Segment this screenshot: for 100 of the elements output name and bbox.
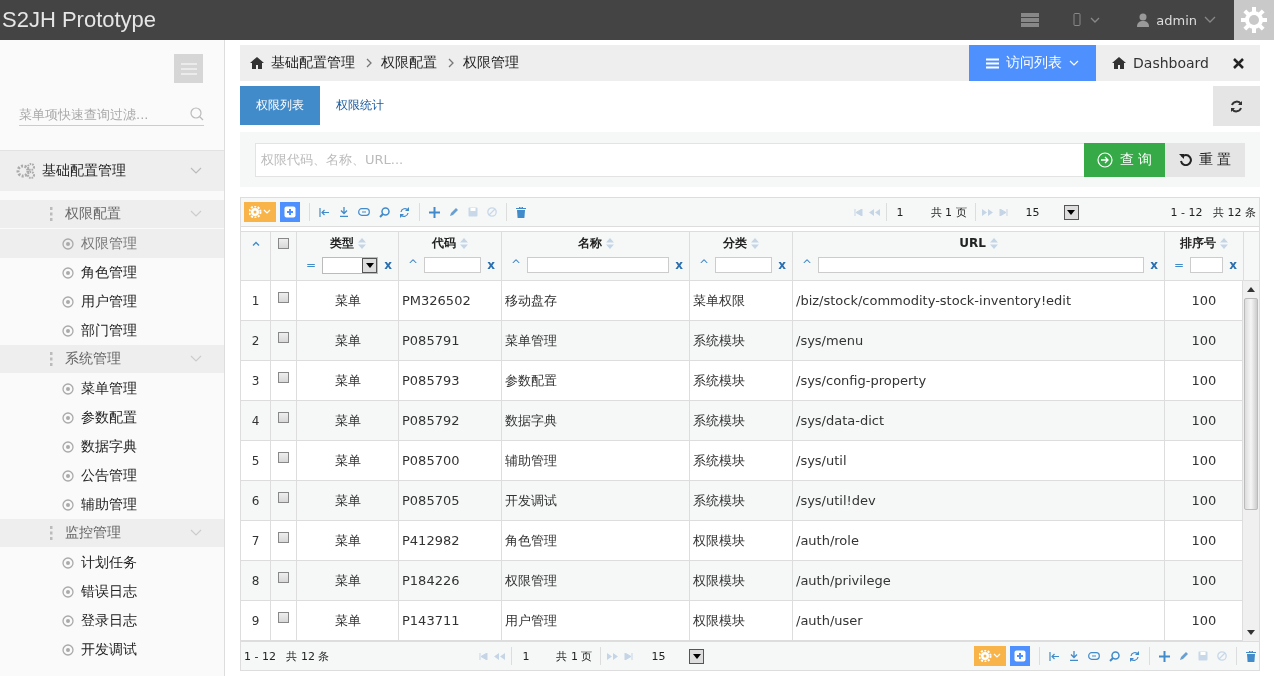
filter-operator[interactable]: ^: [699, 258, 710, 272]
clear-filter-link[interactable]: x: [1229, 258, 1237, 272]
sync-icon[interactable]: [1129, 650, 1140, 662]
menu-item[interactable]: 数据字典: [0, 432, 224, 461]
menu-section[interactable]: 监控管理: [0, 519, 224, 547]
menu-item[interactable]: 错误日志: [0, 577, 224, 606]
refresh-button[interactable]: [1213, 86, 1260, 126]
pencil-icon[interactable]: [449, 207, 459, 217]
download-icon[interactable]: [1069, 651, 1079, 661]
sort-up-icon[interactable]: [251, 241, 260, 246]
menu-section[interactable]: 权限配置: [0, 200, 224, 228]
column-title[interactable]: 名称: [577, 234, 602, 252]
menu-group[interactable]: 基础配置管理: [0, 150, 224, 191]
tag-icon[interactable]: [358, 208, 370, 216]
user-menu[interactable]: admin: [1137, 12, 1216, 28]
save-icon[interactable]: [468, 207, 478, 217]
filter-select[interactable]: [322, 256, 379, 274]
row-checkbox[interactable]: [278, 332, 289, 343]
column-title[interactable]: 代码: [432, 234, 456, 252]
scrollbar[interactable]: [1242, 281, 1259, 641]
trash-icon[interactable]: [1246, 650, 1256, 662]
settings-dropdown-button[interactable]: [244, 202, 276, 222]
row-checkbox[interactable]: [278, 572, 289, 583]
settings-dropdown-button[interactable]: [974, 646, 1006, 666]
menu-item[interactable]: 菜单管理: [0, 374, 224, 403]
menu-section[interactable]: 系统管理: [0, 345, 224, 373]
column-title[interactable]: 分类: [723, 234, 747, 252]
filter-field[interactable]: [424, 257, 482, 273]
menu-item[interactable]: 参数配置: [0, 403, 224, 432]
tab[interactable]: 权限列表: [240, 86, 320, 125]
tag-icon[interactable]: [1088, 652, 1100, 660]
menu-toggle-button[interactable]: [174, 54, 203, 83]
filter-field[interactable]: [527, 257, 670, 273]
select-all-checkbox[interactable]: [278, 238, 289, 249]
menu-item[interactable]: 部门管理: [0, 316, 224, 345]
close-icon[interactable]: [1233, 57, 1244, 69]
first-column-icon[interactable]: [1049, 651, 1060, 661]
server-icon[interactable]: [1021, 13, 1040, 27]
plus-icon[interactable]: [429, 206, 440, 218]
search-field[interactable]: 权限代码、名称、URL...: [255, 142, 1084, 177]
page-size-select[interactable]: 15: [639, 648, 705, 664]
menu-item[interactable]: 公告管理: [0, 461, 224, 490]
clear-filter-link[interactable]: x: [1150, 258, 1158, 272]
row-checkbox[interactable]: [278, 372, 289, 383]
row-checkbox[interactable]: [278, 612, 289, 623]
sync-icon[interactable]: [399, 206, 410, 218]
page-number[interactable]: 1: [892, 205, 925, 219]
plus-icon[interactable]: [1159, 650, 1170, 662]
radio-dot-icon: [62, 469, 74, 482]
breadcrumb-link[interactable]: 基础配置管理: [271, 54, 355, 72]
row-checkbox[interactable]: [278, 292, 289, 303]
radio-dot-icon: [62, 585, 74, 598]
table-cell: /sys/util: [793, 441, 1165, 480]
download-icon[interactable]: [339, 207, 349, 217]
add-button[interactable]: [1010, 646, 1030, 666]
filter-operator[interactable]: ^: [408, 258, 419, 272]
menu-item[interactable]: 辅助管理: [0, 490, 224, 519]
clear-filter-link[interactable]: x: [487, 258, 495, 272]
row-checkbox[interactable]: [278, 452, 289, 463]
page-number[interactable]: 1: [518, 649, 551, 663]
person-icon: [1137, 13, 1150, 27]
row-checkbox[interactable]: [278, 412, 289, 423]
clear-filter-link[interactable]: x: [778, 258, 786, 272]
menu-search-field[interactable]: 菜单项快速查询过滤...: [19, 103, 204, 126]
radio-dot-icon: [62, 440, 74, 453]
search-icon[interactable]: [1109, 650, 1120, 662]
column-title[interactable]: URL: [959, 236, 986, 250]
scroll-up-icon[interactable]: [1247, 287, 1255, 292]
clear-filter-link[interactable]: x: [384, 258, 392, 272]
filter-field[interactable]: [818, 257, 1145, 273]
filter-field[interactable]: [715, 257, 773, 273]
menu-item[interactable]: 权限管理: [0, 229, 224, 258]
pencil-icon[interactable]: [1179, 651, 1189, 661]
column-title[interactable]: 排序号: [1180, 234, 1216, 252]
reset-button[interactable]: 重 置: [1165, 142, 1245, 177]
breadcrumb-link[interactable]: 权限管理: [463, 54, 519, 72]
page-size-select[interactable]: 15: [1013, 204, 1079, 220]
menu-item[interactable]: 用户管理: [0, 287, 224, 316]
filter-operator[interactable]: ^: [511, 258, 522, 272]
menu-item[interactable]: 登录日志: [0, 606, 224, 635]
scroll-down-icon[interactable]: [1247, 630, 1255, 635]
row-number: 1: [241, 281, 271, 320]
filter-operator[interactable]: ^: [802, 258, 813, 272]
column-title[interactable]: 类型: [329, 234, 354, 252]
menu-item[interactable]: 计划任务: [0, 548, 224, 577]
row-checkbox[interactable]: [278, 532, 289, 543]
breadcrumb-link[interactable]: 权限配置: [381, 54, 437, 72]
first-column-icon[interactable]: [319, 207, 330, 217]
settings-button[interactable]: [1234, 0, 1274, 40]
clear-filter-link[interactable]: x: [675, 258, 683, 272]
search-icon[interactable]: [379, 206, 390, 218]
filter-field[interactable]: [1190, 257, 1224, 273]
tab[interactable]: 权限统计: [320, 86, 400, 125]
scrollbar-thumb[interactable]: [1244, 298, 1258, 510]
menu-item[interactable]: 角色管理: [0, 258, 224, 287]
add-button[interactable]: [280, 202, 300, 222]
menu-item[interactable]: 开发调试: [0, 635, 224, 664]
row-checkbox[interactable]: [278, 492, 289, 503]
save-icon[interactable]: [1198, 651, 1208, 661]
trash-icon[interactable]: [516, 206, 526, 218]
